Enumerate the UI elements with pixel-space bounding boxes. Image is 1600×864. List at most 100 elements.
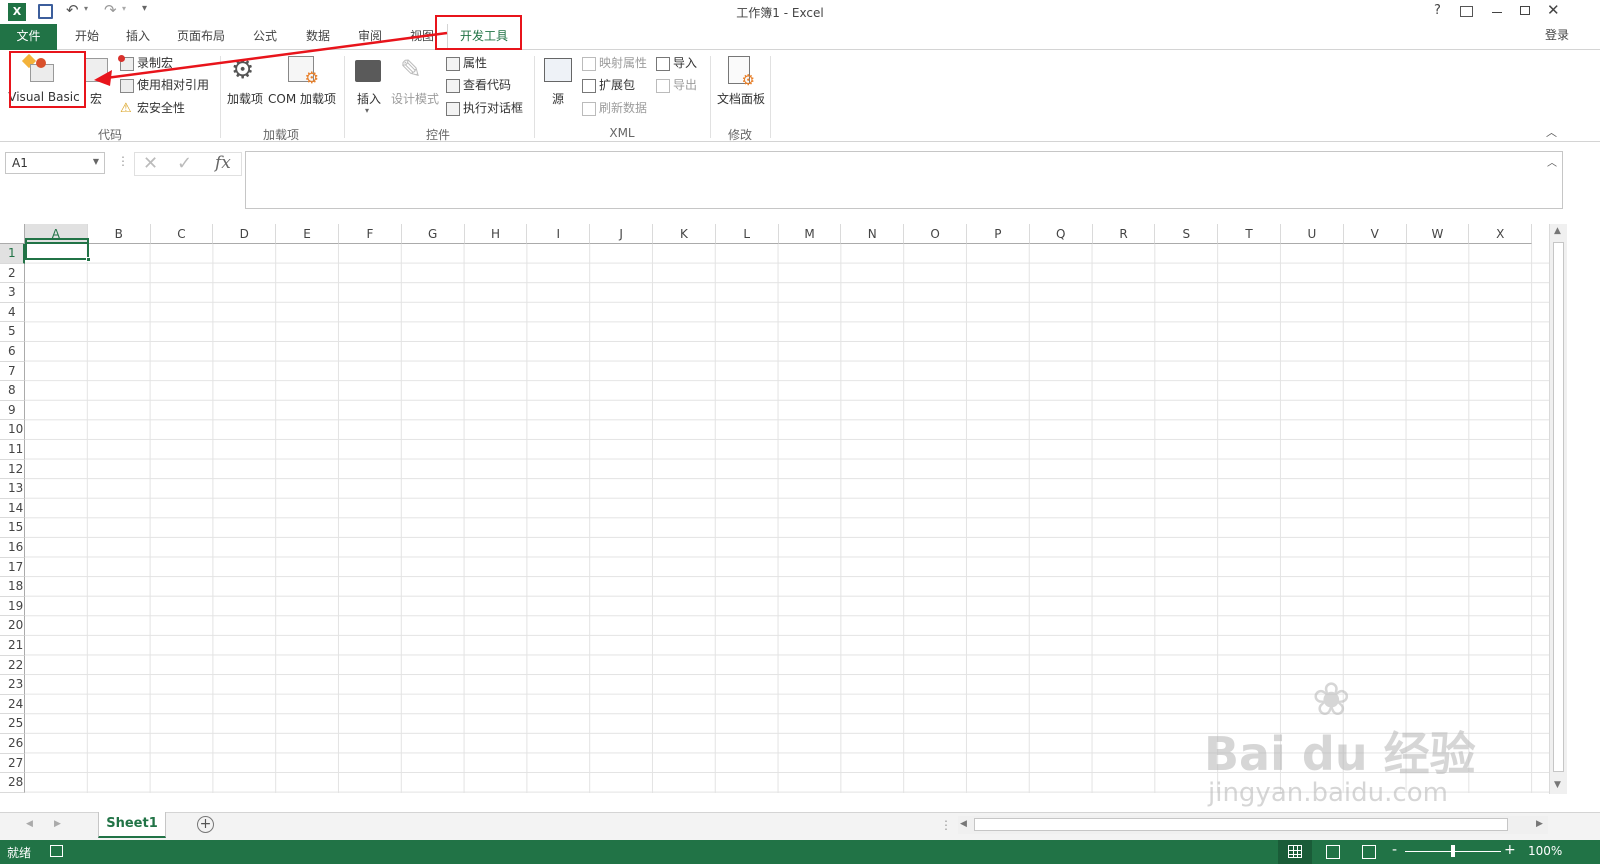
column-header[interactable]: C (150, 224, 214, 244)
column-header[interactable]: R (1092, 224, 1156, 244)
insert-function-icon[interactable]: fx (215, 153, 231, 173)
column-header[interactable]: O (904, 224, 967, 244)
row-header[interactable]: 10 (0, 420, 25, 440)
page-break-view-icon[interactable] (1362, 845, 1376, 859)
row-header[interactable]: 16 (0, 538, 25, 558)
export-button[interactable]: 导出 (656, 75, 697, 95)
column-header[interactable]: U (1281, 224, 1344, 244)
zoom-level[interactable]: 100% (1528, 844, 1562, 858)
column-header[interactable]: I (527, 224, 591, 244)
refresh-data-button[interactable]: 刷新数据 (582, 98, 647, 118)
row-header[interactable]: 1 (0, 244, 25, 264)
collapse-ribbon-icon[interactable]: ︿ (1546, 124, 1557, 140)
column-header[interactable]: F (339, 224, 402, 244)
row-header[interactable]: 25 (0, 714, 25, 734)
scroll-up-icon[interactable]: ▲ (1554, 226, 1561, 236)
normal-view-button[interactable] (1278, 840, 1312, 864)
column-header[interactable]: T (1218, 224, 1281, 244)
help-button[interactable]: ? (1434, 3, 1441, 18)
column-header[interactable]: W (1406, 224, 1470, 244)
sheet-tab-sheet1[interactable]: Sheet1 (98, 812, 166, 838)
column-header[interactable]: Q (1029, 224, 1093, 244)
signin-link[interactable]: 登录 (1545, 26, 1569, 43)
column-header[interactable]: L (715, 224, 779, 244)
row-header[interactable]: 11 (0, 440, 25, 460)
column-header[interactable]: D (213, 224, 277, 244)
vertical-scroll-thumb[interactable] (1553, 242, 1564, 772)
zoom-slider[interactable] (1405, 845, 1501, 857)
column-header[interactable]: J (590, 224, 653, 244)
column-header[interactable]: H (464, 224, 528, 244)
row-header[interactable]: 6 (0, 342, 25, 362)
row-header[interactable]: 13 (0, 479, 25, 499)
enter-icon[interactable]: ✓ (177, 153, 192, 174)
column-header[interactable]: V (1343, 224, 1407, 244)
row-header[interactable]: 27 (0, 753, 25, 774)
row-header[interactable]: 15 (0, 518, 25, 538)
formula-input[interactable] (245, 151, 1563, 209)
import-button[interactable]: 导入 (656, 53, 697, 73)
scroll-left-icon[interactable]: ◀ (960, 819, 967, 829)
scroll-down-icon[interactable]: ▼ (1554, 780, 1561, 790)
worksheet-grid[interactable]: ABCDEFGHIJKLMNOPQRSTUVWX 1 2 3 4 5 6 7 8 9 10 11 12… (0, 224, 1600, 812)
scroll-right-icon[interactable]: ▶ (1536, 819, 1543, 829)
sheet-next-icon[interactable]: ▶ (54, 819, 61, 829)
row-header[interactable]: 22 (0, 655, 25, 676)
row-header[interactable]: 2 (0, 263, 25, 284)
row-header[interactable]: 4 (0, 302, 25, 323)
zoom-in-button[interactable]: + (1504, 842, 1516, 858)
select-all-corner[interactable] (0, 224, 25, 244)
column-header[interactable]: X (1469, 224, 1533, 244)
tab-split-grip-icon[interactable]: ⋮ (940, 818, 952, 832)
sheet-prev-icon[interactable]: ◀ (26, 819, 33, 829)
minimize-icon[interactable] (1492, 12, 1502, 13)
active-cell-a1[interactable] (25, 238, 89, 260)
close-icon[interactable]: ✕ (1547, 1, 1560, 19)
column-header[interactable]: B (87, 224, 151, 244)
collapse-formula-bar-icon[interactable]: ︿ (1547, 154, 1557, 169)
row-header[interactable]: 21 (0, 636, 25, 656)
row-header[interactable]: 24 (0, 694, 25, 715)
macro-recording-icon[interactable] (50, 845, 63, 857)
restore-icon[interactable] (1520, 6, 1530, 15)
horizontal-scroll-thumb[interactable] (974, 818, 1508, 831)
zoom-out-button[interactable]: - (1392, 842, 1397, 858)
row-header[interactable]: 26 (0, 734, 25, 754)
row-header[interactable]: 17 (0, 557, 25, 578)
column-header[interactable]: M (778, 224, 842, 244)
row-header[interactable]: 18 (0, 577, 25, 597)
horizontal-scrollbar[interactable]: ◀ ▶ (958, 816, 1548, 834)
row-header[interactable]: 28 (0, 773, 25, 793)
column-header[interactable]: G (401, 224, 465, 244)
row-header[interactable]: 8 (0, 381, 25, 401)
row-header[interactable]: 7 (0, 361, 25, 382)
chevron-down-icon[interactable]: ▼ (93, 157, 99, 166)
expansion-packs-button[interactable]: 扩展包 (582, 75, 635, 95)
cancel-icon[interactable]: ✕ (143, 153, 158, 174)
add-sheet-button[interactable]: + (197, 816, 214, 833)
zoom-slider-thumb[interactable] (1451, 845, 1455, 857)
row-header[interactable]: 19 (0, 596, 25, 617)
run-dialog-button[interactable]: 执行对话框 (446, 98, 523, 118)
column-header[interactable]: S (1155, 224, 1219, 244)
macro-security-button[interactable]: ⚠ 宏安全性 (120, 98, 185, 118)
xml-source-button[interactable]: 源 (540, 52, 576, 110)
column-header[interactable]: K (653, 224, 716, 244)
column-header[interactable]: P (967, 224, 1030, 244)
fill-handle[interactable] (86, 257, 91, 262)
ribbon-display-options-icon[interactable] (1460, 6, 1473, 17)
column-header[interactable]: N (841, 224, 905, 244)
row-header[interactable]: 23 (0, 675, 25, 695)
vertical-scrollbar[interactable]: ▲ ▼ (1549, 224, 1567, 794)
row-header[interactable]: 9 (0, 400, 25, 421)
map-properties-button[interactable]: 映射属性 (582, 53, 647, 73)
page-layout-view-icon[interactable] (1326, 845, 1340, 859)
document-panel-button[interactable]: ⚙ 文档面板 (714, 52, 768, 110)
name-box[interactable]: A1 ▼ (5, 152, 105, 174)
row-header[interactable]: 5 (0, 322, 25, 342)
row-header[interactable]: 14 (0, 498, 25, 519)
row-header[interactable]: 3 (0, 283, 25, 303)
row-header[interactable]: 20 (0, 616, 25, 636)
column-header[interactable]: E (276, 224, 339, 244)
row-header[interactable]: 12 (0, 459, 25, 480)
